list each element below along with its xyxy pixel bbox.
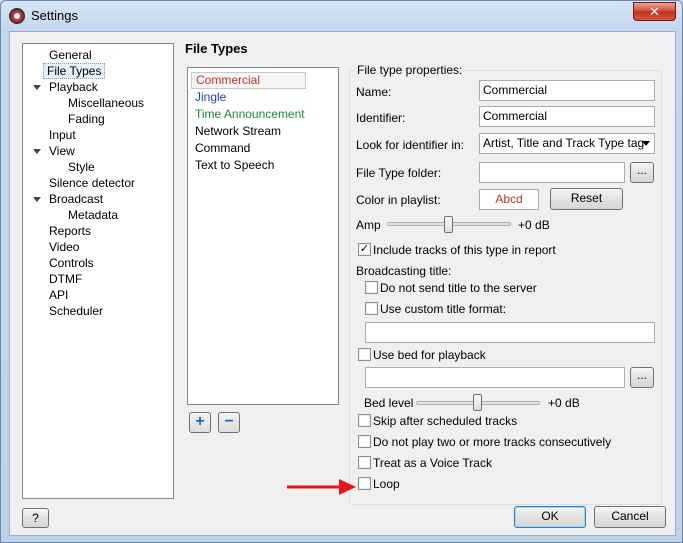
look-for-identifier-label: Look for identifier in:: [356, 138, 465, 152]
file-type-list[interactable]: Commercial Jingle Time Announcement Netw…: [187, 67, 339, 405]
file-type-item-network-stream[interactable]: Network Stream: [191, 123, 285, 140]
settings-tree[interactable]: General File Types Playback Miscellaneou…: [22, 43, 174, 499]
remove-file-type-button[interactable]: −: [218, 412, 240, 433]
file-type-item-time-announcement[interactable]: Time Announcement: [191, 106, 309, 123]
do-not-send-title-checkbox[interactable]: [365, 281, 378, 294]
file-type-folder-field[interactable]: [479, 162, 625, 183]
tree-item-reports[interactable]: Reports: [46, 223, 94, 239]
page-title: File Types: [185, 41, 248, 56]
add-file-type-button[interactable]: +: [189, 412, 211, 433]
voice-track-checkbox[interactable]: [358, 456, 371, 469]
group-title: File type properties:: [354, 63, 466, 77]
tree-item-scheduler[interactable]: Scheduler: [46, 303, 106, 319]
tree-item-view[interactable]: View: [46, 143, 78, 159]
amp-label: Amp: [356, 218, 381, 232]
expand-arrow-icon[interactable]: [33, 85, 41, 90]
broadcasting-title-label: Broadcasting title:: [356, 264, 452, 278]
tree-item-controls[interactable]: Controls: [46, 255, 97, 271]
expand-arrow-icon[interactable]: [33, 149, 41, 154]
cancel-button[interactable]: Cancel: [594, 506, 666, 528]
tree-item-input[interactable]: Input: [46, 127, 79, 143]
tree-item-fading[interactable]: Fading: [65, 111, 108, 127]
bed-browse-button[interactable]: ...: [630, 367, 654, 388]
checkmark-icon: ✓: [359, 243, 370, 255]
no-consecutive-checkbox[interactable]: [358, 435, 371, 448]
name-label: Name:: [356, 85, 392, 99]
tree-item-metadata[interactable]: Metadata: [65, 207, 121, 223]
include-in-report-checkbox[interactable]: ✓: [358, 243, 371, 256]
amp-value: +0 dB: [518, 218, 550, 232]
custom-title-format-label: Use custom title format:: [380, 302, 507, 316]
tree-item-file-types[interactable]: File Types: [43, 63, 106, 79]
tree-item-silence-detector[interactable]: Silence detector: [46, 175, 138, 191]
reset-color-button[interactable]: Reset: [550, 188, 623, 210]
playlist-color-swatch[interactable]: Abcd: [479, 189, 539, 210]
custom-title-format-checkbox[interactable]: [365, 302, 378, 315]
dialog-client: General File Types Playback Miscellaneou…: [9, 31, 676, 536]
file-type-folder-label: File Type folder:: [356, 166, 442, 180]
tree-item-general[interactable]: General: [46, 47, 95, 63]
file-type-item-command[interactable]: Command: [191, 140, 254, 157]
title-bar: Settings ✕: [1, 1, 682, 31]
file-type-item-text-to-speech[interactable]: Text to Speech: [191, 157, 278, 174]
skip-after-scheduled-label: Skip after scheduled tracks: [373, 414, 518, 428]
tree-item-video[interactable]: Video: [46, 239, 82, 255]
do-not-send-title-label: Do not send title to the server: [380, 281, 537, 295]
window-title: Settings: [31, 8, 78, 23]
close-button[interactable]: ✕: [633, 2, 676, 21]
identifier-label: Identifier:: [356, 111, 406, 125]
bed-level-slider[interactable]: [473, 394, 482, 411]
expand-arrow-icon[interactable]: [33, 197, 41, 202]
use-bed-checkbox[interactable]: [358, 348, 371, 361]
color-in-playlist-label: Color in playlist:: [356, 193, 441, 207]
loop-label: Loop: [373, 477, 400, 491]
use-bed-label: Use bed for playback: [373, 348, 486, 362]
include-in-report-label: Include tracks of this type in report: [373, 243, 556, 257]
file-type-item-commercial[interactable]: Commercial: [191, 72, 306, 89]
skip-after-scheduled-checkbox[interactable]: [358, 414, 371, 427]
bed-file-field[interactable]: [365, 367, 625, 388]
tree-item-miscellaneous[interactable]: Miscellaneous: [65, 95, 147, 111]
red-arrow-icon: [287, 479, 356, 495]
app-icon: [9, 8, 25, 24]
bed-level-label: Bed level: [364, 396, 414, 410]
tree-item-dtmf[interactable]: DTMF: [46, 271, 85, 287]
look-for-identifier-select[interactable]: Artist, Title and Track Type tag: [479, 133, 655, 154]
custom-title-format-field[interactable]: [365, 322, 655, 343]
identifier-field[interactable]: Commercial: [479, 106, 655, 127]
ok-button[interactable]: OK: [514, 506, 586, 528]
settings-window: Settings ✕ General File Types Playback M…: [0, 0, 683, 543]
file-type-item-jingle[interactable]: Jingle: [191, 89, 230, 106]
folder-browse-button[interactable]: ...: [630, 162, 654, 183]
dropdown-arrow-icon: [642, 141, 650, 146]
no-consecutive-label: Do not play two or more tracks consecuti…: [373, 435, 612, 449]
tree-item-playback[interactable]: Playback: [46, 79, 101, 95]
amp-slider[interactable]: [444, 216, 453, 233]
tree-item-broadcast[interactable]: Broadcast: [46, 191, 106, 207]
name-field[interactable]: Commercial: [479, 80, 655, 101]
tree-item-style[interactable]: Style: [65, 159, 98, 175]
help-button[interactable]: ?: [22, 508, 49, 528]
voice-track-label: Treat as a Voice Track: [373, 456, 492, 470]
bed-level-value: +0 dB: [548, 396, 580, 410]
tree-item-api[interactable]: API: [46, 287, 71, 303]
loop-checkbox[interactable]: [358, 477, 371, 490]
look-for-identifier-value: Artist, Title and Track Type tag: [483, 136, 645, 150]
